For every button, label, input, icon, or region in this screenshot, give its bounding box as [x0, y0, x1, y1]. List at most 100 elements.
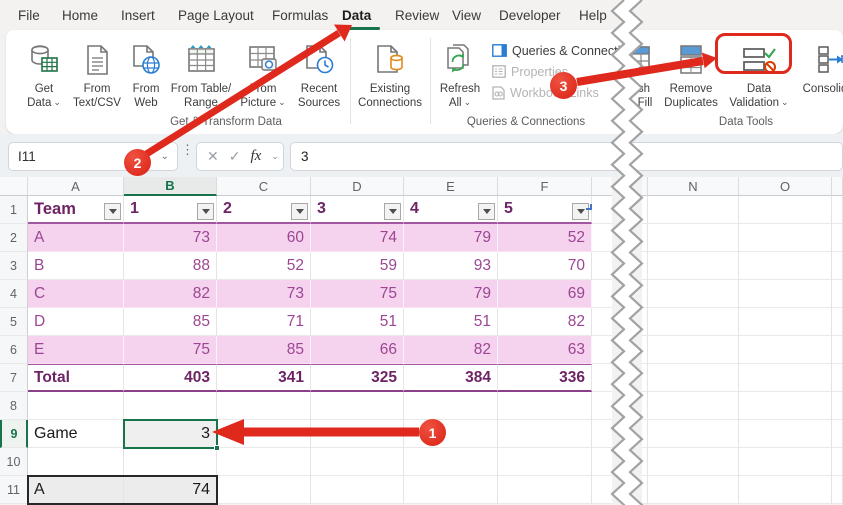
empty-cell[interactable]: [832, 420, 843, 448]
tab-page-layout[interactable]: Page Layout: [178, 0, 254, 30]
tab-data[interactable]: Data: [342, 0, 371, 30]
table-header-team[interactable]: Team: [28, 196, 124, 224]
column-header-c[interactable]: C: [217, 177, 311, 196]
table-cell[interactable]: E: [28, 336, 124, 364]
empty-cell[interactable]: [592, 224, 612, 252]
empty-cell[interactable]: [592, 392, 612, 420]
row-header-3[interactable]: 3: [0, 252, 28, 280]
empty-cell[interactable]: [832, 280, 843, 308]
empty-cell[interactable]: [217, 476, 311, 504]
empty-cell[interactable]: [648, 252, 739, 280]
row-header-10[interactable]: 10: [0, 448, 28, 476]
empty-cell[interactable]: [592, 448, 612, 476]
column-header-b[interactable]: B: [124, 177, 217, 196]
empty-cell[interactable]: [648, 364, 739, 392]
game-label-cell[interactable]: Game: [28, 420, 124, 448]
get-data-button[interactable]: Get Data: [16, 34, 72, 134]
tab-file[interactable]: File: [18, 0, 40, 30]
empty-cell[interactable]: [739, 252, 832, 280]
empty-cell[interactable]: [739, 280, 832, 308]
table-header-4[interactable]: 4: [404, 196, 498, 224]
table-cell[interactable]: 82: [124, 280, 217, 308]
empty-cell[interactable]: [592, 252, 612, 280]
total-cell[interactable]: 341: [217, 364, 311, 392]
table-cell[interactable]: 70: [498, 252, 592, 280]
insert-function-icon[interactable]: fx: [250, 148, 261, 165]
table-cell[interactable]: 74: [311, 224, 404, 252]
table-cell[interactable]: 51: [404, 308, 498, 336]
empty-cell[interactable]: [648, 308, 739, 336]
column-header-n[interactable]: N: [648, 177, 739, 196]
row-header-5[interactable]: 5: [0, 308, 28, 336]
table-cell[interactable]: 69: [498, 280, 592, 308]
table-cell[interactable]: 63: [498, 336, 592, 364]
empty-cell[interactable]: [739, 336, 832, 364]
table-cell[interactable]: 73: [217, 280, 311, 308]
empty-cell[interactable]: [592, 364, 612, 392]
empty-cell[interactable]: [498, 448, 592, 476]
empty-cell[interactable]: [648, 420, 739, 448]
empty-cell[interactable]: [404, 476, 498, 504]
empty-cell[interactable]: [832, 224, 843, 252]
empty-cell[interactable]: [739, 476, 832, 504]
empty-cell[interactable]: [217, 420, 311, 448]
fill-handle[interactable]: [214, 445, 220, 451]
table-cell[interactable]: 66: [311, 336, 404, 364]
name-box[interactable]: I11 ⌄: [8, 142, 178, 171]
table-header-2[interactable]: 2: [217, 196, 311, 224]
table-cell[interactable]: 88: [124, 252, 217, 280]
row-header-1[interactable]: 1: [0, 196, 28, 224]
filter-dropdown-icon[interactable]: [197, 203, 214, 220]
empty-cell[interactable]: [648, 448, 739, 476]
table-cell[interactable]: 82: [404, 336, 498, 364]
empty-cell[interactable]: [592, 308, 612, 336]
row-header-6[interactable]: 6: [0, 336, 28, 364]
table-cell[interactable]: 59: [311, 252, 404, 280]
total-cell[interactable]: 336: [498, 364, 592, 392]
empty-cell[interactable]: [739, 364, 832, 392]
empty-cell[interactable]: [648, 392, 739, 420]
row-header-8[interactable]: 8: [0, 392, 28, 420]
empty-cell[interactable]: [28, 392, 124, 420]
cancel-icon[interactable]: ✕: [207, 148, 219, 165]
column-header-g-sliver[interactable]: [592, 177, 612, 196]
formula-bar-options-icon[interactable]: ⋮: [181, 146, 194, 153]
name-box-chevron-icon[interactable]: ⌄: [161, 151, 169, 162]
table-cell[interactable]: 75: [124, 336, 217, 364]
empty-cell[interactable]: [592, 280, 612, 308]
table-cell[interactable]: 51: [311, 308, 404, 336]
empty-cell[interactable]: [832, 196, 843, 224]
tab-developer[interactable]: Developer: [499, 0, 561, 30]
empty-cell[interactable]: [739, 420, 832, 448]
empty-cell[interactable]: [311, 392, 404, 420]
empty-cell[interactable]: [648, 224, 739, 252]
formula-input[interactable]: 3: [290, 142, 843, 171]
empty-cell[interactable]: [592, 476, 612, 504]
total-cell[interactable]: 325: [311, 364, 404, 392]
table-cell[interactable]: 73: [124, 224, 217, 252]
empty-cell[interactable]: [648, 280, 739, 308]
empty-cell[interactable]: [739, 392, 832, 420]
existing-connections-button[interactable]: Existing Connections: [354, 34, 426, 134]
table-cell[interactable]: 79: [404, 280, 498, 308]
tab-formulas[interactable]: Formulas: [272, 0, 328, 30]
table-cell[interactable]: C: [28, 280, 124, 308]
table-cell[interactable]: 79: [404, 224, 498, 252]
table-cell[interactable]: B: [28, 252, 124, 280]
total-cell[interactable]: 403: [124, 364, 217, 392]
tab-home[interactable]: Home: [62, 0, 98, 30]
total-label-cell[interactable]: Total: [28, 364, 124, 392]
empty-cell[interactable]: [498, 476, 592, 504]
column-header-f[interactable]: F: [498, 177, 592, 196]
table-header-1[interactable]: 1: [124, 196, 217, 224]
total-cell[interactable]: 384: [404, 364, 498, 392]
empty-cell[interactable]: [739, 448, 832, 476]
table-header-5[interactable]: 5: [498, 196, 592, 224]
table-cell[interactable]: 52: [217, 252, 311, 280]
tab-help[interactable]: Help: [579, 0, 607, 30]
row-header-9[interactable]: 9: [0, 420, 28, 448]
table-header-3[interactable]: 3: [311, 196, 404, 224]
empty-cell[interactable]: [832, 448, 843, 476]
empty-cell[interactable]: [217, 448, 311, 476]
empty-cell[interactable]: [311, 476, 404, 504]
